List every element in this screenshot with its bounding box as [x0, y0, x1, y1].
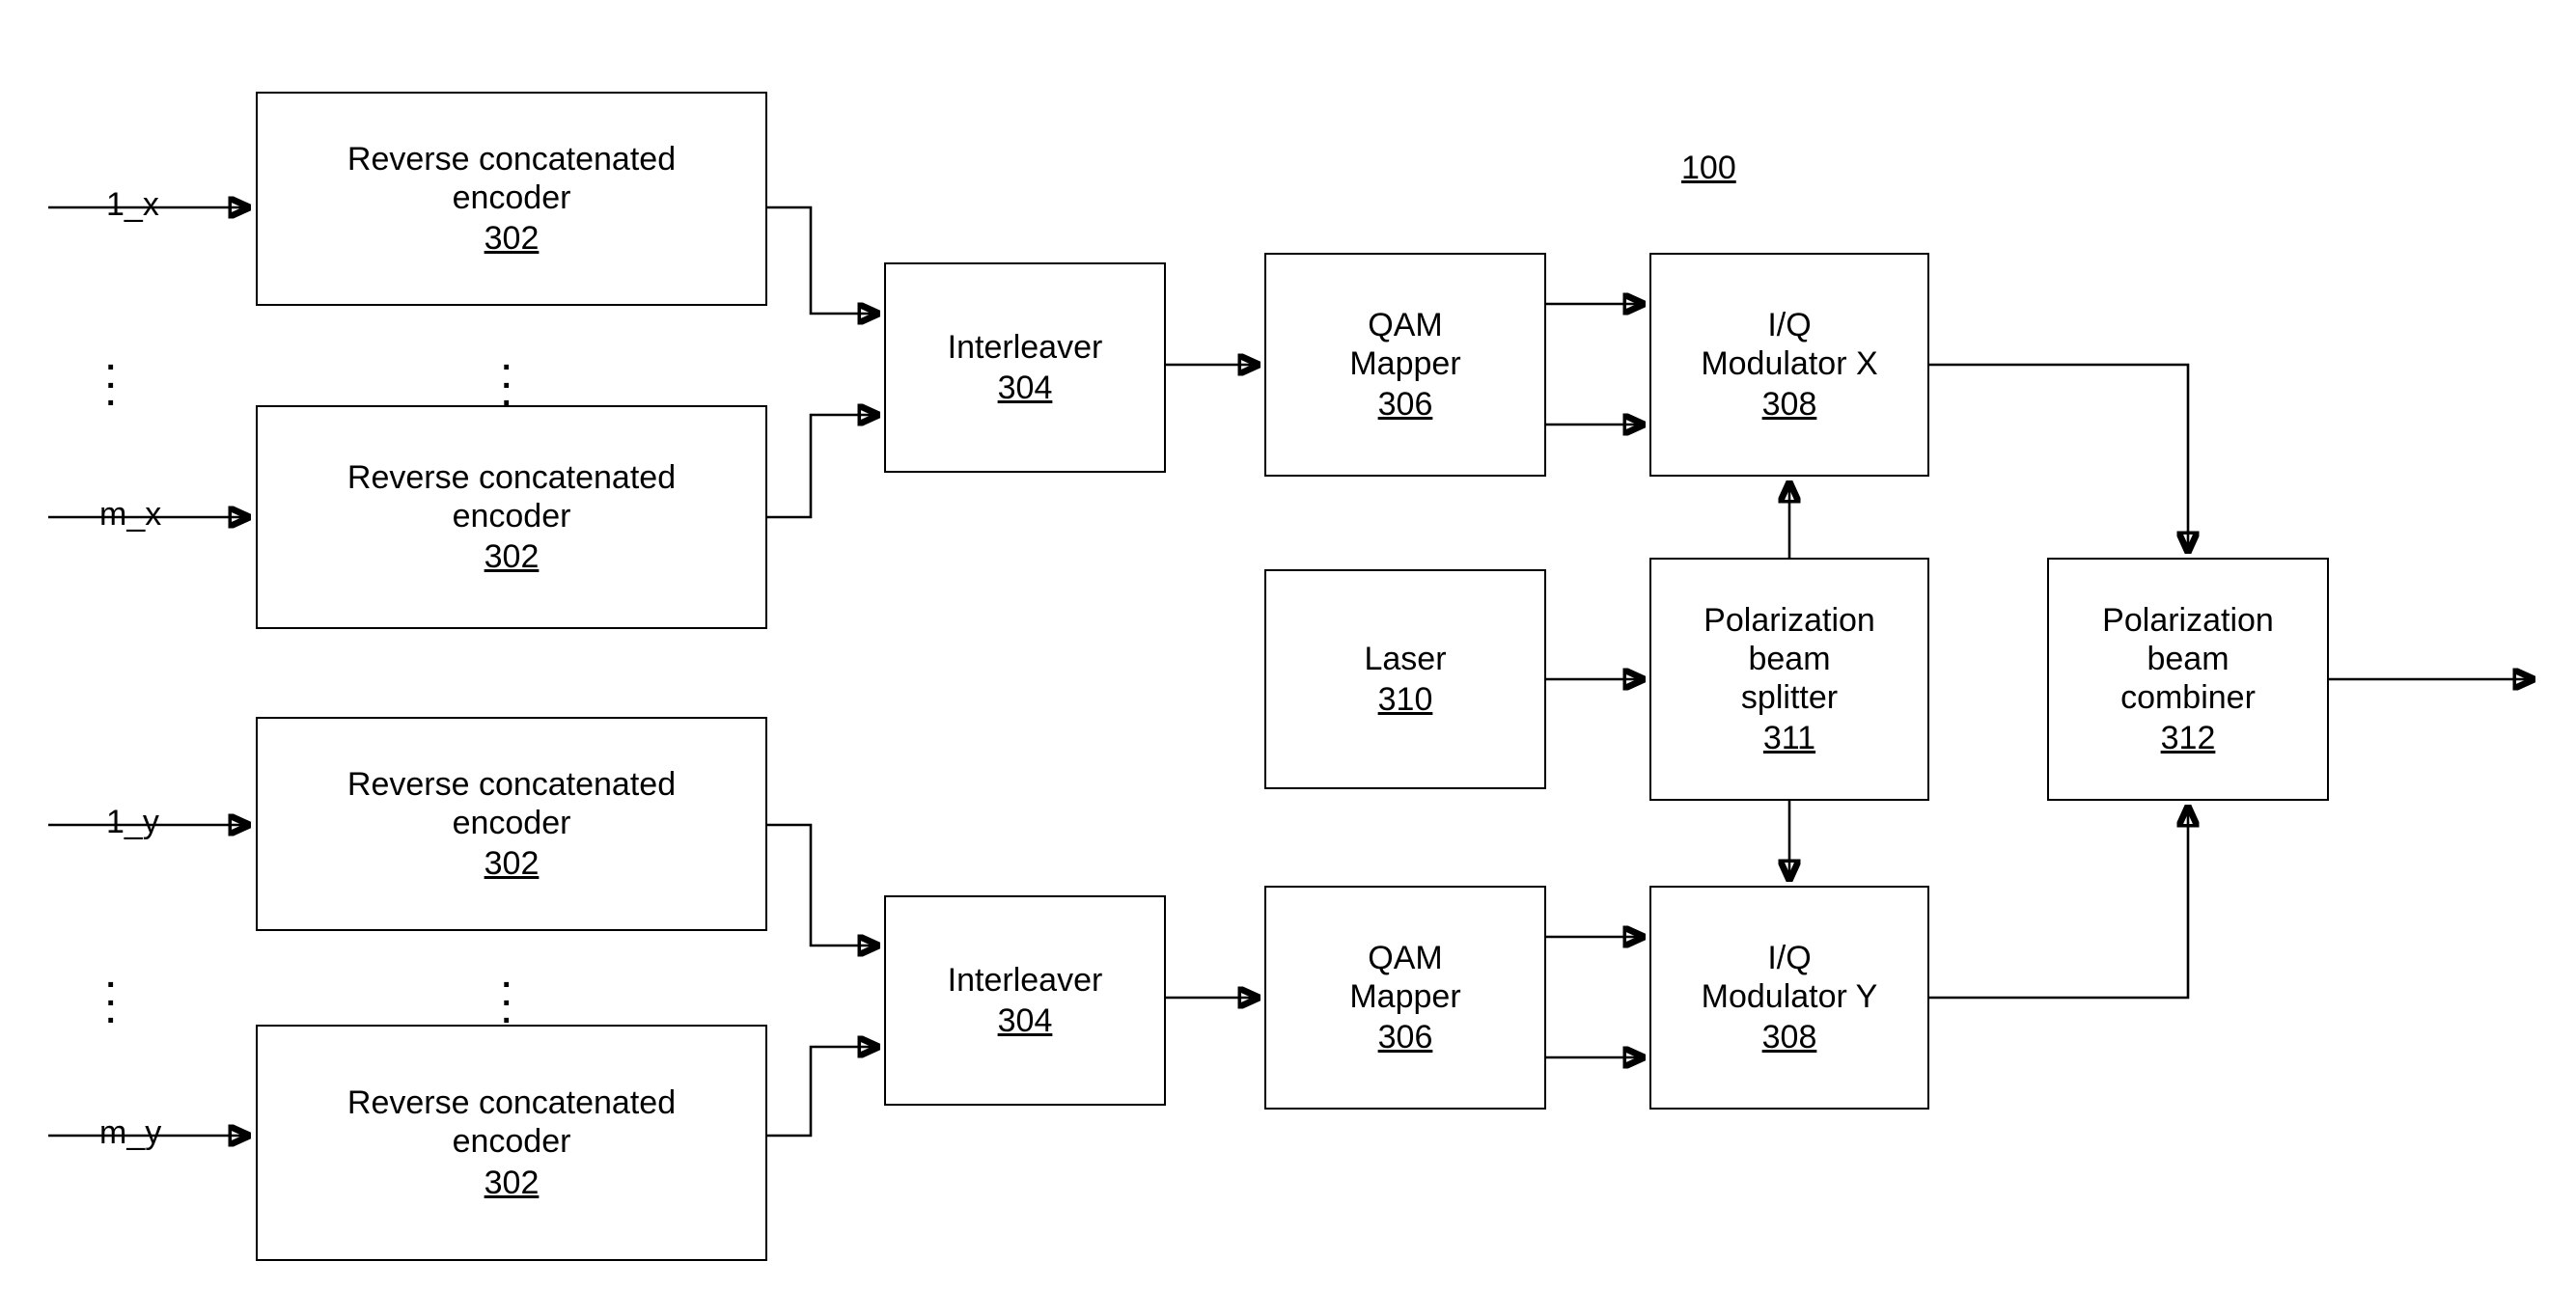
block-ref: 302	[484, 845, 540, 883]
block-line-2: Mapper	[1349, 977, 1461, 1015]
block-line-1: Reverse concatenated	[346, 1084, 677, 1122]
block-iq-modulator-y: I/Q Modulator Y 308	[1649, 886, 1929, 1110]
block-line-2: encoder	[452, 1123, 571, 1161]
block-line-3: combiner	[2120, 679, 2256, 716]
ellipsis-encoder-y: ...	[502, 958, 512, 1031]
block-ref: 302	[484, 220, 540, 258]
input-label-mx: m_x	[99, 496, 162, 533]
block-line-2: beam	[2147, 640, 2230, 677]
wire-iqx-to-combiner	[1929, 363, 2188, 552]
diagram-canvas: 100 1_x m_x 1_y m_y ... ... ... ... Reve…	[0, 0, 2576, 1316]
ellipsis-input-y: ...	[106, 958, 116, 1031]
block-ref: 306	[1377, 386, 1433, 424]
block-laser: Laser 310	[1264, 569, 1546, 789]
block-line-1: QAM	[1368, 306, 1443, 343]
block-line-1: Reverse concatenated	[346, 765, 677, 803]
block-line-2: beam	[1748, 640, 1831, 677]
block-line-2: encoder	[452, 497, 571, 535]
block-reverse-concatenated-encoder-mx: Reverse concatenated encoder 302	[256, 405, 767, 629]
block-ref: 306	[1377, 1019, 1433, 1056]
block-line-1: I/Q	[1767, 306, 1812, 343]
input-label-1y: 1_y	[106, 804, 159, 840]
wire-iqy-to-combiner	[1929, 807, 2188, 1000]
block-line-1: I/Q	[1767, 939, 1812, 976]
block-line-1: Laser	[1364, 640, 1447, 677]
block-ref: 311	[1762, 720, 1816, 757]
block-qam-mapper-y: QAM Mapper 306	[1264, 886, 1546, 1110]
block-ref: 302	[484, 538, 540, 576]
block-ref: 312	[2160, 720, 2216, 757]
block-ref: 302	[484, 1164, 540, 1201]
block-line-1: Interleaver	[947, 328, 1103, 366]
block-interleaver-y: Interleaver 304	[884, 895, 1166, 1106]
block-ref: 310	[1377, 681, 1433, 718]
wire-encodermy-to-interleavery	[767, 1047, 878, 1138]
block-reverse-concatenated-encoder-1x: Reverse concatenated encoder 302	[256, 92, 767, 306]
ellipsis-encoder-x: ...	[502, 341, 512, 414]
block-line-1: Reverse concatenated	[346, 458, 677, 496]
block-line-1: Polarization	[1703, 601, 1875, 639]
block-line-2: Mapper	[1349, 344, 1461, 382]
block-line-1: Reverse concatenated	[346, 140, 677, 178]
block-reverse-concatenated-encoder-my: Reverse concatenated encoder 302	[256, 1025, 767, 1261]
figure-number-label: 100	[1681, 150, 1736, 186]
block-line-1: QAM	[1368, 939, 1443, 976]
wire-encodermx-to-interleaverx	[767, 415, 878, 519]
wire-encoder1y-to-interleavery	[767, 823, 878, 946]
block-line-2: Modulator X	[1701, 344, 1878, 382]
block-ref: 308	[1761, 1019, 1817, 1056]
block-line-2: Modulator Y	[1701, 977, 1878, 1015]
block-line-2: encoder	[452, 804, 571, 841]
block-line-1: Polarization	[2102, 601, 2274, 639]
input-label-my: m_y	[99, 1114, 162, 1151]
block-polarization-beam-combiner: Polarization beam combiner 312	[2047, 558, 2329, 801]
input-label-1x: 1_x	[106, 186, 159, 223]
block-line-1: Interleaver	[947, 961, 1103, 999]
block-line-2: encoder	[452, 178, 571, 216]
block-line-3: splitter	[1740, 679, 1839, 716]
block-ref: 308	[1761, 386, 1817, 424]
block-ref: 304	[997, 1002, 1053, 1039]
block-polarization-beam-splitter: Polarization beam splitter 311	[1649, 558, 1929, 801]
block-iq-modulator-x: I/Q Modulator X 308	[1649, 253, 1929, 477]
block-reverse-concatenated-encoder-1y: Reverse concatenated encoder 302	[256, 717, 767, 931]
ellipsis-input-x: ...	[106, 341, 116, 414]
block-ref: 304	[997, 370, 1053, 406]
wire-encoder1x-to-interleaverx	[767, 206, 878, 314]
block-interleaver-x: Interleaver 304	[884, 262, 1166, 473]
block-qam-mapper-x: QAM Mapper 306	[1264, 253, 1546, 477]
